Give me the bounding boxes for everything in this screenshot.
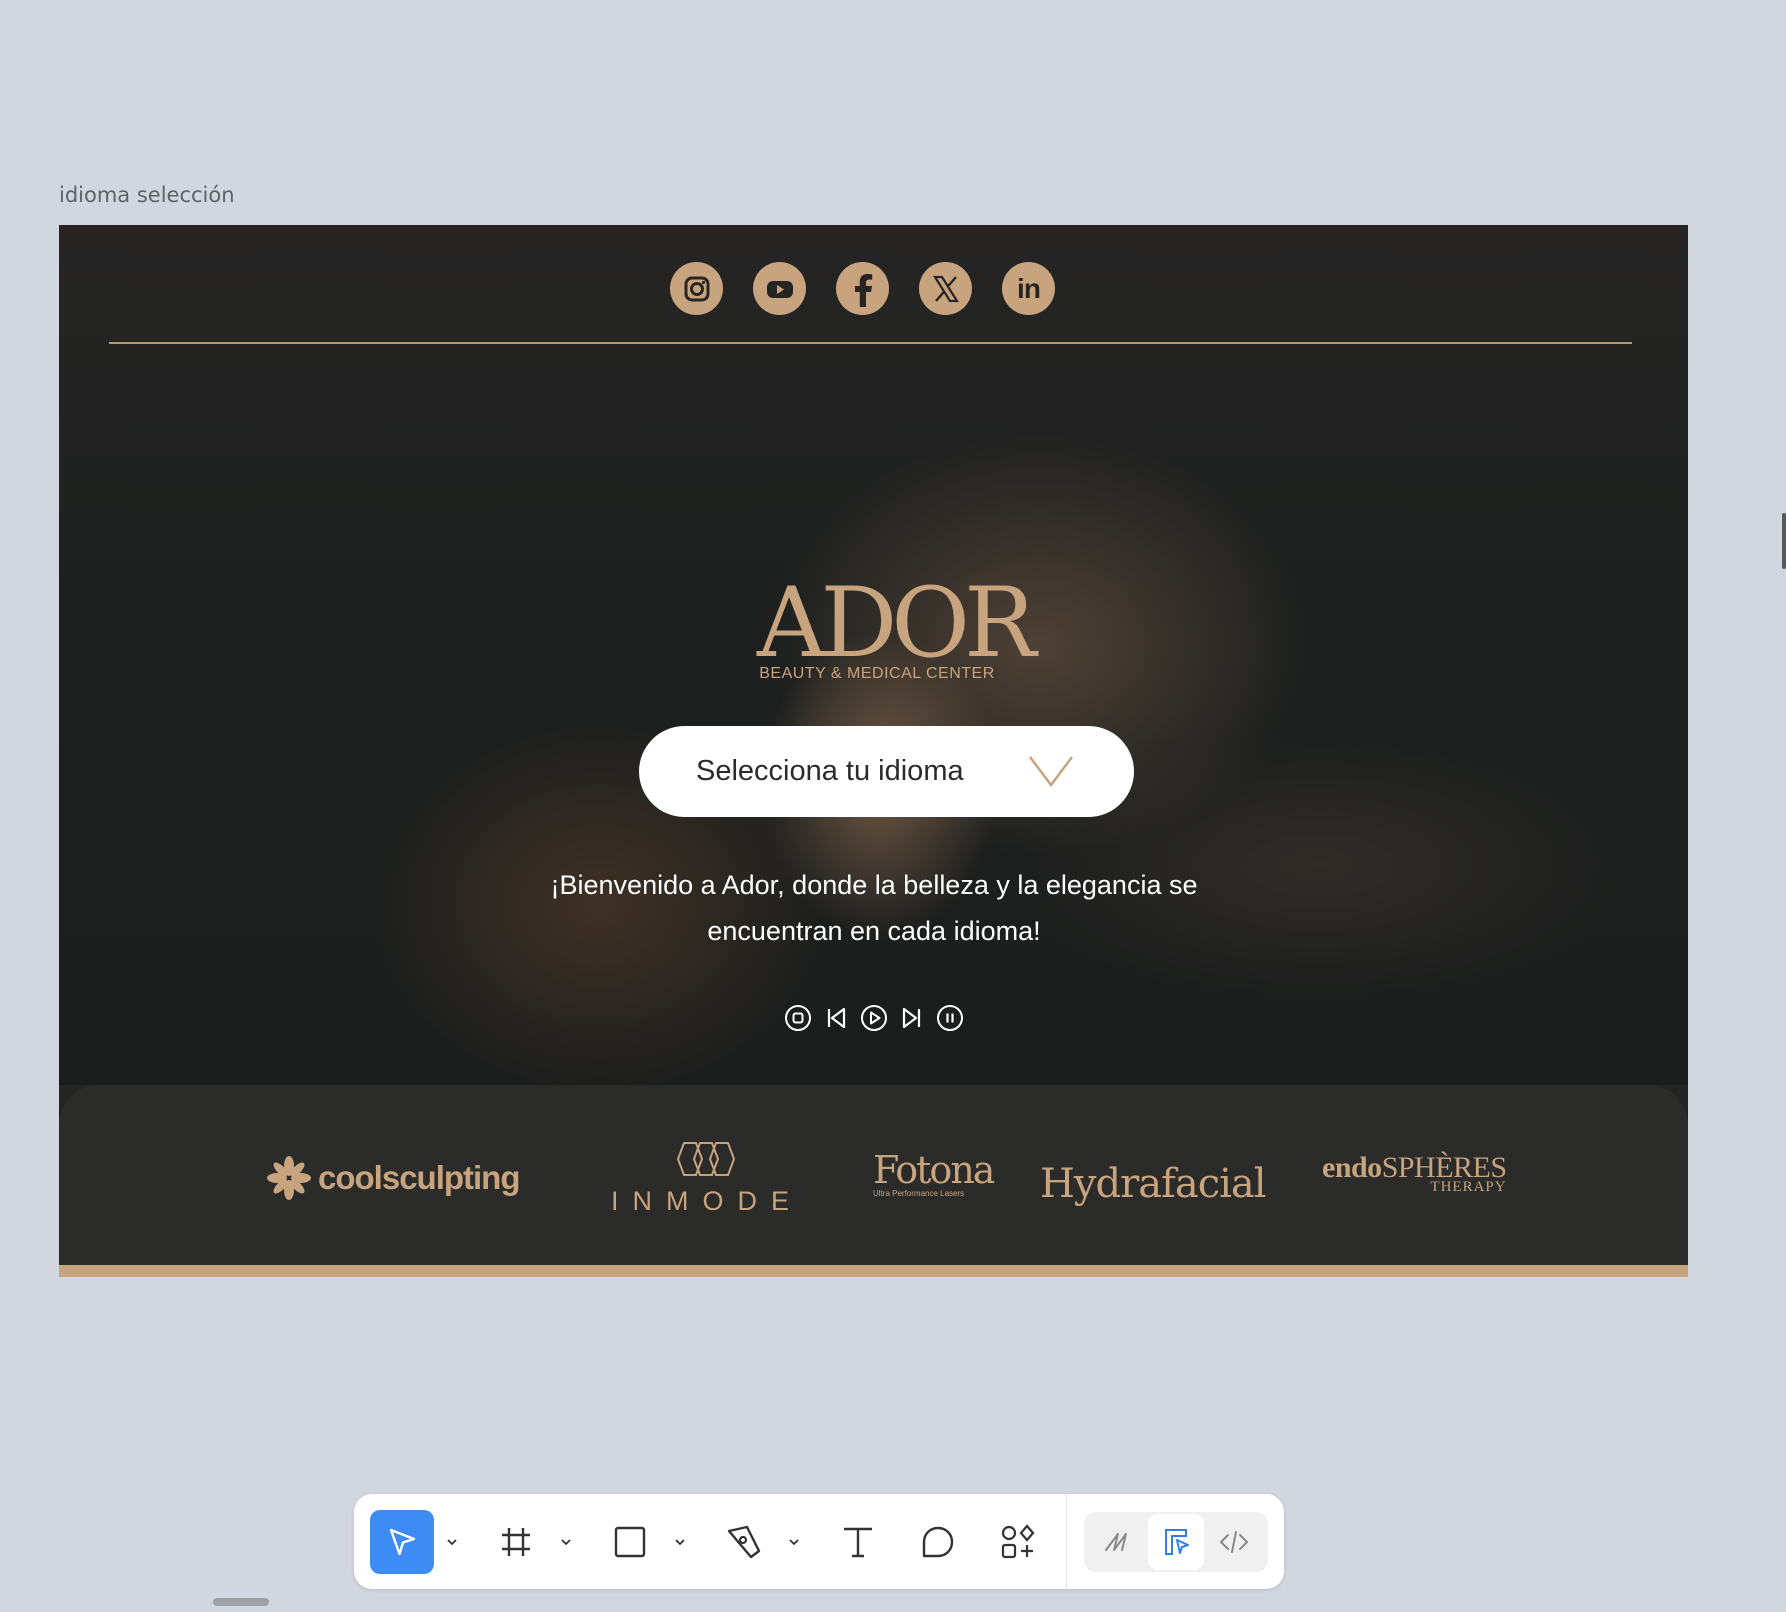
chevron-down-icon[interactable] xyxy=(788,1536,800,1548)
chevron-down-icon[interactable] xyxy=(446,1536,458,1548)
comment-tool[interactable] xyxy=(906,1510,970,1574)
x-icon[interactable] xyxy=(919,262,972,315)
rectangle-icon xyxy=(614,1526,646,1558)
language-select[interactable]: Selecciona tu idioma xyxy=(639,726,1134,817)
move-tool[interactable] xyxy=(370,1510,434,1574)
hydrafacial-logo: Hydrafacial xyxy=(1040,1161,1267,1207)
facebook-icon[interactable] xyxy=(836,262,889,315)
footer-gold-bar xyxy=(59,1265,1688,1277)
linkedin-text: in xyxy=(1017,272,1041,304)
header-divider xyxy=(109,342,1632,344)
chevron-down-icon[interactable] xyxy=(674,1536,686,1548)
rectangle-tool[interactable] xyxy=(598,1510,662,1574)
chevron-down-icon xyxy=(1028,754,1074,793)
dev-mode-button[interactable] xyxy=(1206,1514,1262,1570)
skip-back-icon[interactable] xyxy=(822,1004,850,1032)
vertical-scrollbar[interactable] xyxy=(1782,513,1786,569)
horizontal-scrollbar[interactable] xyxy=(213,1598,269,1606)
mode-switcher xyxy=(1084,1512,1268,1572)
draw-mode-icon xyxy=(1105,1533,1127,1551)
design-toolbar xyxy=(354,1494,1284,1589)
landing-frame: in ADOR BEAUTY & MEDICAL CENTER Seleccio… xyxy=(59,225,1688,1277)
hydrafacial-text: Hydrafacial xyxy=(1040,1161,1267,1207)
coolsculpting-text: coolsculpting xyxy=(318,1159,520,1196)
youtube-icon[interactable] xyxy=(753,262,806,315)
welcome-line-1: ¡Bienvenido a Ador, donde la belleza y l… xyxy=(550,870,1198,900)
play-icon[interactable] xyxy=(860,1004,888,1032)
move-icon xyxy=(389,1528,416,1556)
coolsculpting-logo: coolsculpting xyxy=(266,1155,520,1201)
comment-icon xyxy=(922,1526,954,1558)
frame-tool[interactable] xyxy=(484,1510,548,1574)
welcome-line-2: encuentran en cada idioma! xyxy=(707,916,1041,946)
instagram-icon[interactable] xyxy=(670,262,723,315)
inmode-logo: INMODE xyxy=(611,1139,801,1217)
actions-icon xyxy=(1001,1524,1035,1559)
actions-tool[interactable] xyxy=(986,1510,1050,1574)
linkedin-icon[interactable]: in xyxy=(1002,262,1055,315)
skip-forward-icon[interactable] xyxy=(898,1004,926,1032)
hexagons-icon xyxy=(676,1142,736,1176)
design-mode-icon xyxy=(1165,1529,1189,1555)
social-links: in xyxy=(59,262,1688,315)
media-controls xyxy=(59,1004,1688,1032)
draw-mode-button[interactable] xyxy=(1090,1514,1146,1570)
language-select-label: Selecciona tu idioma xyxy=(696,755,964,787)
design-mode-button[interactable] xyxy=(1148,1514,1204,1570)
fotona-logo: Fotona Ultra Performance Lasers xyxy=(873,1148,995,1198)
fotona-text: Fotona xyxy=(873,1148,995,1192)
snowflake-icon xyxy=(267,1156,311,1200)
logo-wordmark: ADOR xyxy=(757,567,1036,679)
ador-logo: ADOR BEAUTY & MEDICAL CENTER xyxy=(757,567,1036,683)
inmode-text: INMODE xyxy=(611,1186,803,1216)
frame-icon xyxy=(502,1528,530,1556)
endospheres-logo: endoSPHÈRES THERAPY xyxy=(1322,1151,1507,1196)
pause-icon[interactable] xyxy=(936,1004,964,1032)
frame-label[interactable]: idioma selección xyxy=(59,183,235,207)
pen-icon xyxy=(727,1525,761,1559)
text-tool[interactable] xyxy=(826,1510,890,1574)
text-icon xyxy=(844,1527,872,1558)
logo-tagline: BEAUTY & MEDICAL CENTER xyxy=(759,665,995,682)
pen-tool[interactable] xyxy=(712,1510,776,1574)
toolbar-divider xyxy=(1066,1494,1067,1589)
welcome-message: ¡Bienvenido a Ador, donde la belleza y l… xyxy=(489,862,1259,954)
endo-text: endo xyxy=(1322,1151,1382,1184)
dev-mode-icon xyxy=(1220,1531,1248,1553)
chevron-down-icon[interactable] xyxy=(560,1536,572,1548)
stop-icon[interactable] xyxy=(784,1004,812,1032)
partner-logos: coolsculpting INMODE Fotona Ultra Perfor… xyxy=(59,1085,1688,1265)
